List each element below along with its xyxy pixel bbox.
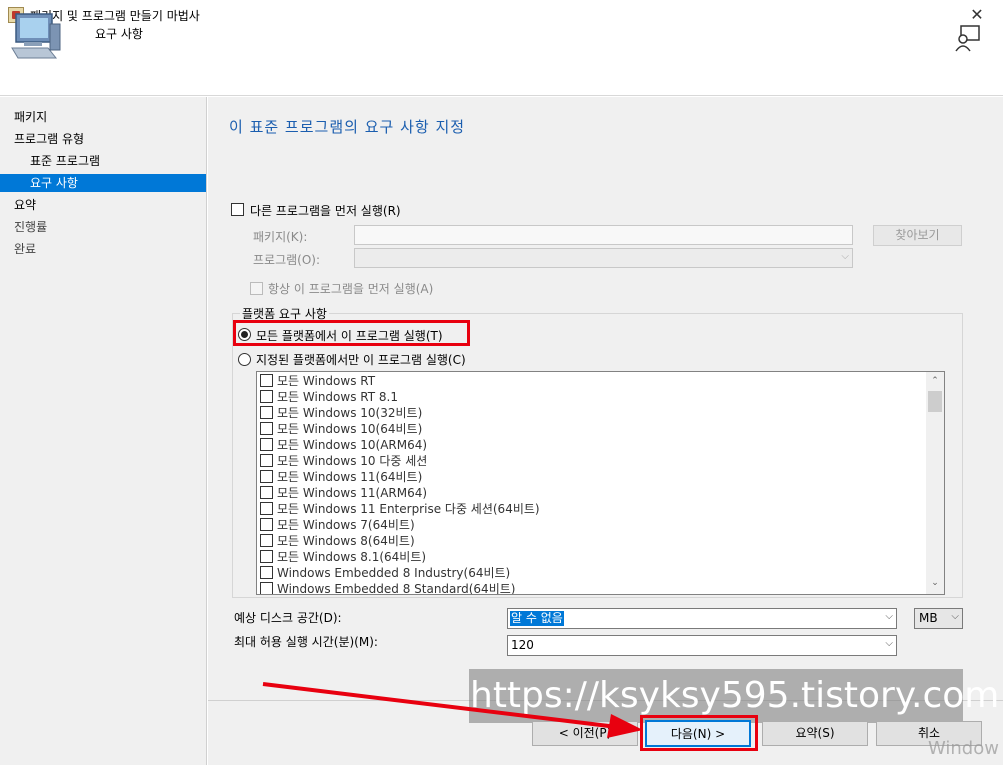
sidebar-item-requirements[interactable]: 요구 사항 [0, 174, 206, 192]
platform-list[interactable]: 모든 Windows RT 모든 Windows RT 8.1 모든 Windo… [256, 371, 945, 595]
always-run-first-label: 항상 이 프로그램을 먼저 실행(A) [268, 282, 434, 296]
run-other-first-label: 다른 프로그램을 먼저 실행(R) [250, 204, 401, 218]
sidebar-item-standard-program[interactable]: 표준 프로그램 [0, 152, 206, 170]
section-title: 이 표준 프로그램의 요구 사항 지정 [229, 118, 466, 136]
platform-checkbox[interactable] [260, 454, 273, 467]
disk-space-value: 알 수 없음 [510, 611, 564, 626]
summary-button[interactable]: 요약(S) [762, 721, 868, 746]
radio-specific-platforms[interactable] [238, 353, 251, 366]
sidebar-item-progress: 진행률 [14, 220, 48, 234]
platform-checkbox[interactable] [260, 518, 273, 531]
platform-checkbox[interactable] [260, 422, 273, 435]
sidebar-item-program-type[interactable]: 프로그램 유형 [0, 130, 206, 148]
program-label: 프로그램(O): [253, 253, 321, 267]
platform-label: 모든 Windows 10(ARM64) [277, 438, 428, 452]
scroll-up-icon[interactable]: ⌃ [926, 376, 944, 386]
disk-unit-value: MB [919, 611, 938, 625]
windows-activation-watermark: Window [928, 738, 999, 759]
platform-label: 모든 Windows 10 다중 세션 [277, 454, 428, 468]
platform-label: 모든 Windows RT [277, 374, 376, 388]
platform-checkbox[interactable] [260, 502, 273, 515]
max-runtime-combo[interactable]: 120 ⌵ [507, 635, 897, 656]
scroll-down-icon[interactable]: ⌄ [926, 578, 944, 588]
platform-checkbox[interactable] [260, 582, 273, 594]
chevron-down-icon: ⌵ [841, 251, 849, 262]
computer-icon [11, 13, 61, 59]
platform-checkbox[interactable] [260, 374, 273, 387]
platform-label: Windows Embedded 8 Standard(64비트) [277, 582, 516, 595]
platform-label: 모든 Windows RT 8.1 [277, 390, 398, 404]
platform-label: 모든 Windows 8.1(64비트) [277, 550, 427, 564]
highlight-box-next [640, 715, 758, 751]
platform-checkbox[interactable] [260, 390, 273, 403]
annotation-arrow [262, 682, 643, 738]
platform-checkbox[interactable] [260, 486, 273, 499]
package-field[interactable] [354, 225, 853, 245]
disk-space-combo[interactable]: 알 수 없음 ⌵ [507, 608, 897, 629]
platform-label: 모든 Windows 10(64비트) [277, 422, 423, 436]
page-title: 요구 사항 [95, 27, 143, 41]
program-select[interactable]: ⌵ [354, 248, 853, 268]
disk-space-label: 예상 디스크 공간(D): [234, 611, 342, 625]
platform-checkbox[interactable] [260, 438, 273, 451]
chevron-down-icon: ⌵ [885, 638, 893, 649]
platform-label: 모든 Windows 7(64비트) [277, 518, 415, 532]
scroll-thumb[interactable] [928, 391, 942, 412]
close-button[interactable]: ✕ [962, 4, 992, 26]
max-runtime-label: 최대 허용 실행 시간(분)(M): [234, 635, 378, 649]
highlight-box-radio [233, 320, 470, 346]
disk-unit-select[interactable]: MB ⌵ [914, 608, 963, 629]
sidebar-item-completion: 완료 [14, 242, 37, 256]
platform-checkbox[interactable] [260, 534, 273, 547]
wizard-header [0, 30, 1003, 96]
platform-checkbox[interactable] [260, 470, 273, 483]
max-runtime-value: 120 [511, 638, 534, 652]
wizard-sidebar: 패키지 프로그램 유형 표준 프로그램 요구 사항 요약 진행률 완료 [0, 97, 207, 765]
help-user-icon[interactable] [953, 24, 983, 52]
platform-label: 모든 Windows 8(64비트) [277, 534, 415, 548]
radio-specific-platforms-label: 지정된 플랫폼에서만 이 프로그램 실행(C) [256, 353, 466, 367]
platform-label: 모든 Windows 11(64비트) [277, 470, 423, 484]
platform-label: 모든 Windows 11 Enterprise 다중 세션(64비트) [277, 502, 540, 516]
browse-button[interactable]: 찾아보기 [873, 225, 962, 246]
platform-checkbox[interactable] [260, 406, 273, 419]
platform-checkbox[interactable] [260, 566, 273, 579]
platform-label: Windows Embedded 8 Industry(64비트) [277, 566, 511, 580]
platform-label: 모든 Windows 11(ARM64) [277, 486, 428, 500]
sidebar-item-summary[interactable]: 요약 [0, 196, 206, 214]
always-run-first-checkbox[interactable] [250, 282, 263, 295]
run-other-first-checkbox[interactable] [231, 203, 244, 216]
chevron-down-icon: ⌵ [885, 611, 893, 622]
chevron-down-icon: ⌵ [951, 611, 959, 622]
platform-label: 모든 Windows 10(32비트) [277, 406, 423, 420]
sidebar-item-package[interactable]: 패키지 [0, 108, 206, 126]
package-label: 패키지(K): [253, 230, 308, 244]
platform-checkbox[interactable] [260, 550, 273, 563]
